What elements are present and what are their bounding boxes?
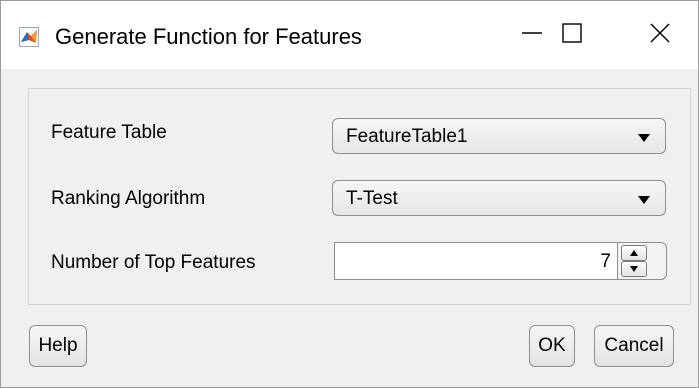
window-title: Generate Function for Features: [55, 24, 362, 49]
feature-table-dropdown[interactable]: FeatureTable1: [332, 118, 666, 154]
title-bar[interactable]: Generate Function for Features: [1, 1, 698, 69]
top-features-input[interactable]: 7: [334, 242, 617, 280]
cancel-button[interactable]: Cancel: [594, 325, 674, 367]
feature-table-value: FeatureTable1: [346, 126, 468, 147]
ranking-algorithm-value: T-Test: [346, 188, 398, 209]
top-features-label: Number of Top Features: [51, 252, 256, 273]
dropdown-arrow-icon: [637, 131, 651, 143]
close-button[interactable]: [629, 1, 691, 69]
increment-button[interactable]: [621, 245, 647, 261]
dialog-window: Generate Function for Features Feature T…: [0, 0, 699, 388]
triangle-down-icon: [629, 260, 639, 278]
minimize-icon: [521, 22, 543, 49]
ok-button[interactable]: OK: [529, 325, 575, 367]
help-button[interactable]: Help: [29, 325, 87, 367]
maximize-button[interactable]: [541, 1, 603, 69]
ranking-algorithm-label: Ranking Algorithm: [51, 188, 206, 209]
top-features-value: 7: [600, 251, 611, 272]
feature-table-label: Feature Table: [51, 122, 167, 143]
dropdown-arrow-icon: [637, 193, 651, 205]
maximize-icon: [561, 22, 583, 49]
decrement-button[interactable]: [621, 261, 647, 277]
spinner-buttons: [617, 242, 667, 280]
matlab-membrane-icon: [19, 27, 39, 47]
ranking-algorithm-dropdown[interactable]: T-Test: [332, 180, 666, 216]
close-icon: [649, 22, 671, 49]
top-features-spinner: 7: [334, 239, 667, 284]
